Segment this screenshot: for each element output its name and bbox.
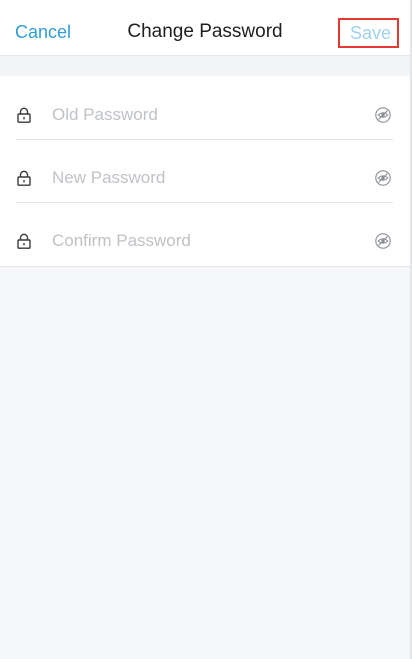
lock-icon (17, 107, 31, 123)
section-spacer (0, 56, 410, 76)
password-form: Old Password New Password Confirm Passwo (0, 76, 410, 267)
old-password-field[interactable]: Old Password (52, 104, 332, 126)
new-password-row: New Password (16, 139, 393, 203)
new-password-field[interactable]: New Password (52, 167, 332, 189)
eye-hidden-icon[interactable] (375, 170, 391, 186)
confirm-password-row: Confirm Password (16, 202, 393, 265)
lock-icon (17, 233, 31, 249)
navigation-bar: Cancel Change Password Save (0, 0, 410, 56)
old-password-row: Old Password (16, 76, 393, 140)
lock-icon (17, 170, 31, 186)
eye-hidden-icon[interactable] (375, 107, 391, 123)
confirm-password-field[interactable]: Confirm Password (52, 230, 332, 252)
save-button[interactable]: Save (338, 18, 399, 48)
eye-hidden-icon[interactable] (375, 233, 391, 249)
